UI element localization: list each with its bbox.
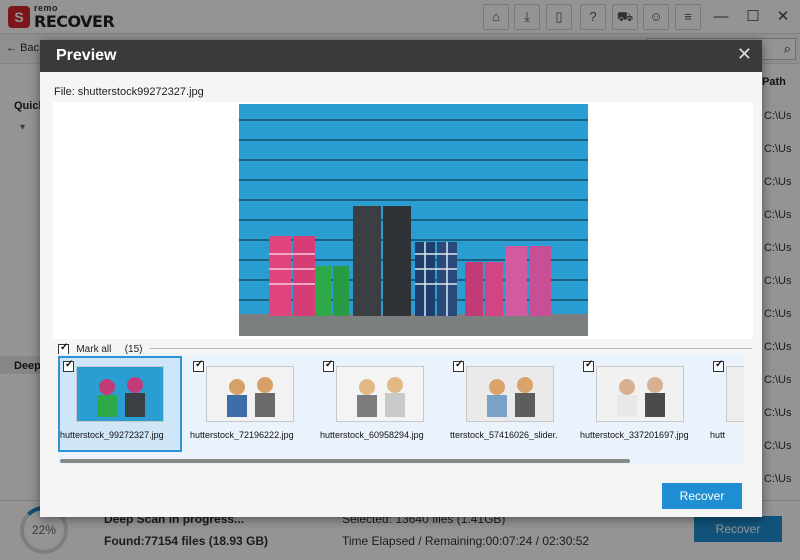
thumbnail-item[interactable]: hutterstock_99272327.jpg [58,356,182,452]
thumbnail-image [206,366,294,422]
preview-dialog: Preview ✕ File:shutterstock99272327.jpg [40,40,762,517]
thumbnail-image [726,366,744,422]
scrollbar-thumb[interactable] [60,459,630,463]
file-name: shutterstock99272327.jpg [77,86,204,98]
thumbnail-image [466,366,554,422]
file-label: File: [54,86,75,98]
dialog-close-icon[interactable]: ✕ [737,44,752,65]
dialog-title: Preview [56,47,117,64]
file-name-row: File: shutterstock99272327.jpg [54,86,204,98]
thumbnail-image [336,366,424,422]
thumbnail-item[interactable]: hutterstock_60958294.jpg [318,356,442,452]
thumbnail-checkbox[interactable] [323,359,334,372]
divider [150,348,752,349]
preview-image [239,104,588,336]
thumbnail-checkbox[interactable] [453,359,464,372]
thumbnail-checkbox[interactable] [583,359,594,372]
preview-area [53,102,753,339]
thumbnail-scrollbar[interactable] [58,458,744,464]
thumbnail-checkbox[interactable] [193,359,204,372]
thumbnail-image [596,366,684,422]
thumbnail-filename: hutt [710,430,726,440]
thumbnail-filename: hutterstock_72196222.jpg [190,430,294,440]
thumbnail-checkbox[interactable] [713,359,724,372]
thumbnail-image [76,366,164,422]
thumbnail-item[interactable]: hutterstock_337201697.jpg [578,356,702,452]
thumbnail-checkbox[interactable] [63,359,74,372]
thumbnail-item[interactable]: hutterstock_72196222.jpg [188,356,312,452]
recover-button[interactable]: Recover [662,483,742,509]
thumbnail-filename: hutterstock_99272327.jpg [60,430,164,440]
thumbnail-filename: hutterstock_337201697.jpg [580,430,689,440]
thumbnail-item[interactable]: tterstock_57416026_slider. [448,356,572,452]
thumbnail-filename: tterstock_57416026_slider. [450,430,558,440]
thumbnail-strip: hutterstock_99272327.jpg hutterstock_7219… [58,354,744,464]
dialog-header: Preview ✕ [40,40,762,72]
boots-photo [239,104,588,336]
thumbnail-filename: hutterstock_60958294.jpg [320,430,424,440]
thumbnail-item[interactable]: hutt [708,356,744,452]
